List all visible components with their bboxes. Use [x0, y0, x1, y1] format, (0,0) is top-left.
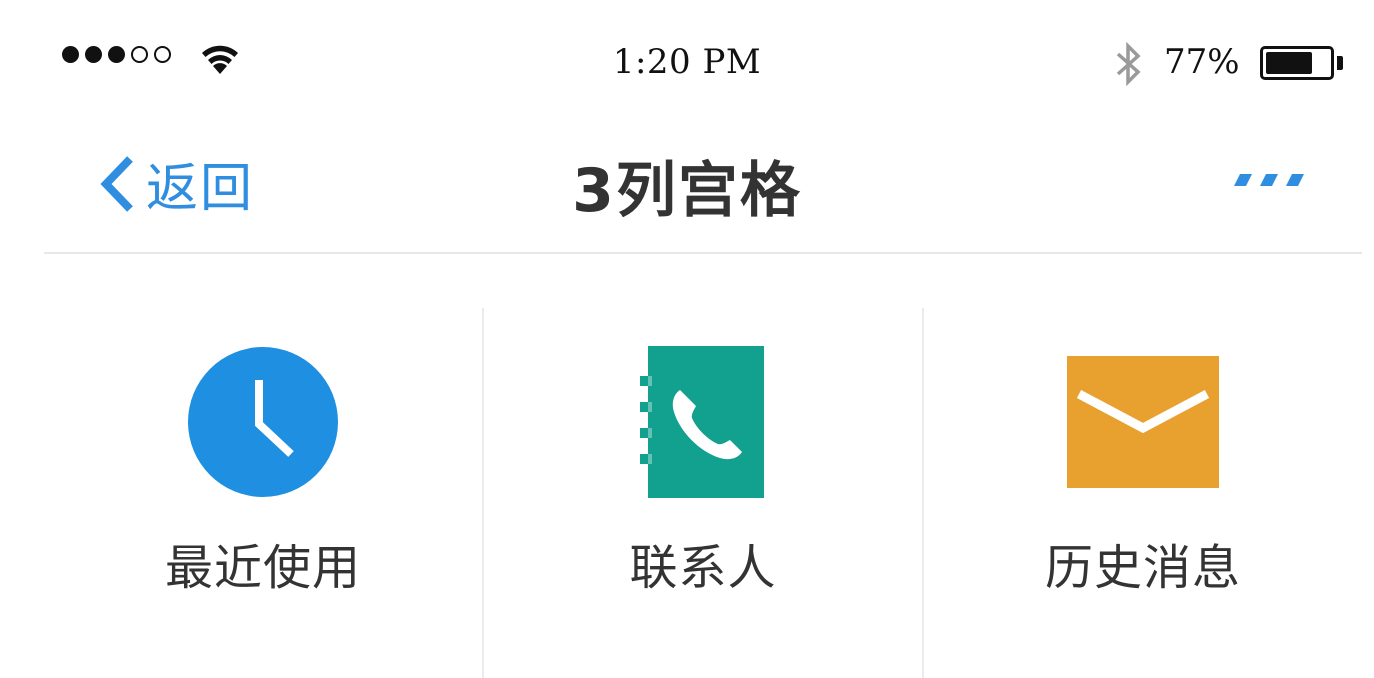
contacts-book-icon [625, 344, 781, 500]
bluetooth-icon [1116, 41, 1141, 87]
grid-item-label: 联系人 [629, 540, 777, 596]
battery-level-fill [1266, 52, 1313, 74]
page-title: 3列宫格 [572, 156, 802, 226]
grid-item-recent[interactable]: 最近使用 [44, 308, 482, 678]
clock-icon [185, 344, 341, 500]
grid-item-contacts[interactable]: 联系人 [482, 308, 922, 678]
status-bar: 1:20 PM 77% [0, 0, 1374, 120]
navigation-bar: 返回 3列宫格 [0, 120, 1374, 250]
nav-divider [44, 252, 1362, 254]
grid-item-history-messages[interactable]: 历史消息 [922, 308, 1362, 678]
grid-item-label: 历史消息 [1044, 540, 1241, 596]
grid-item-label: 最近使用 [164, 540, 361, 596]
grid-3-columns: 最近使用 联系人 历史消息 [44, 308, 1362, 678]
battery-percentage: 77% [1164, 42, 1240, 82]
battery-tip [1337, 56, 1343, 70]
more-options-icon[interactable] [1230, 170, 1306, 190]
envelope-icon [1065, 344, 1221, 500]
battery-icon [1260, 46, 1334, 80]
